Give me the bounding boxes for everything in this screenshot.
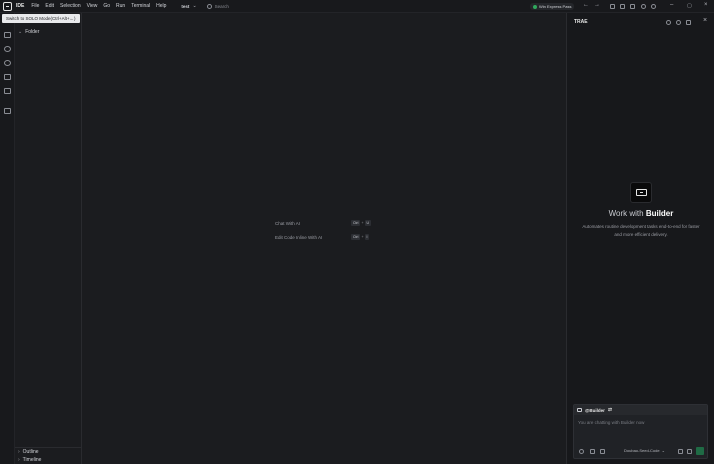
builder-logo-icon [630,182,652,203]
mention-icon[interactable] [579,449,584,454]
panel-title: TRAE [574,19,588,25]
preview-icon[interactable] [4,60,11,66]
menu-help[interactable]: Help [156,3,166,9]
hint-chat-with-ai: Chat With AI Ctrl + U [275,220,375,226]
divider [15,447,82,448]
explorer-sidebar: ⌄ Folder › Outline › Timeline [15,13,82,464]
chevron-down-icon: ⌄ [661,448,665,453]
builder-icon [577,408,582,412]
forward-arrow-icon[interactable]: → [594,2,600,8]
shortcut-keys: Ctrl + U [351,220,372,226]
toggle-panel-icon[interactable] [620,4,625,9]
settings-icon[interactable] [651,4,656,9]
menu-file[interactable]: File [31,3,39,9]
agent-label: @Builder [585,407,605,413]
heading-prefix: Work with [608,209,644,218]
minimize-icon[interactable]: – [670,2,673,8]
work-with-builder-heading: Work with Builder [567,209,714,218]
builder-description: Automates routine development tasks end-… [582,224,700,237]
hint-label: Chat With AI [275,220,301,226]
tooltip: Switch to SOLO Mode(Ctrl+Alt+←) [2,14,80,23]
search-files-icon[interactable] [4,32,11,38]
timeline-section[interactable]: › Timeline [18,457,41,463]
source-control-icon[interactable] [4,46,11,52]
hashtag-icon[interactable] [590,449,595,454]
key: Ctrl [351,234,361,240]
menu-terminal[interactable]: Terminal [131,3,150,9]
editor-area: Chat With AI Ctrl + U Edit Code Inline Wit… [82,13,566,464]
search-icon [206,3,212,9]
title-bar: IDE File Edit Selection View Go Run Term… [0,0,714,13]
activity-bar [0,13,15,464]
folder-label: Folder [25,29,40,35]
chevron-down-icon: ⌄ [192,3,197,9]
hint-edit-inline: Edit Code Inline With AI Ctrl + I [275,234,375,240]
timeline-label: Timeline [22,457,42,463]
key: I [364,234,370,240]
hint-label: Edit Code Inline With AI [275,234,323,240]
microphone-icon[interactable] [687,449,692,454]
extensions-icon[interactable] [4,74,11,80]
history-icon[interactable] [676,20,681,25]
menu-go[interactable]: Go [103,3,110,9]
toggle-secondary-sidebar-icon[interactable] [630,4,635,9]
agent-chip[interactable]: @Builder ⇄ [574,405,707,415]
chevron-right-icon: › [18,457,20,463]
badge-icon [533,4,537,9]
shortcut-keys: Ctrl + I [351,234,370,240]
expand-icon[interactable] [686,20,691,25]
model-selector[interactable]: Doubao-Seed-Code ⌄ [624,448,665,453]
menu-bar: File Edit Selection View Go Run Terminal… [31,3,166,9]
pro-badge-label: Win Express Pass [539,4,572,9]
menu-view[interactable]: View [87,3,98,9]
outline-section[interactable]: › Outline [18,449,39,455]
switch-agent-icon[interactable]: ⇄ [608,407,612,413]
solo-mode-icon[interactable] [641,4,646,9]
chevron-right-icon: › [18,449,20,455]
key: Ctrl [351,220,361,226]
chat-input[interactable] [578,420,702,425]
remote-icon[interactable] [4,88,11,94]
search-box[interactable]: Search [206,3,229,9]
project-selector[interactable]: test ⌄ [181,3,196,9]
close-panel-icon[interactable]: × [703,17,707,24]
ai-panel: TRAE × Work with Builder Automates routi… [566,13,714,464]
toggle-sidebar-icon[interactable] [610,4,615,9]
search-placeholder: Search [214,3,229,9]
folder-section[interactable]: ⌄ Folder [18,29,39,35]
heading-bold: Builder [645,209,674,218]
model-name: Doubao-Seed-Code [624,448,660,453]
apps-grid-icon[interactable] [4,108,11,114]
close-window-icon[interactable]: × [704,2,708,8]
chat-box: @Builder ⇄ Doubao-Seed-Code ⌄ [573,404,708,459]
menu-selection[interactable]: Selection [60,3,81,9]
outline-label: Outline [22,449,39,455]
image-icon[interactable] [600,449,605,454]
app-logo-icon [3,1,12,11]
pro-badge[interactable]: Win Express Pass [530,3,575,10]
app-name: IDE [16,3,25,9]
back-arrow-icon[interactable]: ← [583,2,589,8]
key: U [364,220,372,226]
attach-icon[interactable] [678,449,683,454]
send-button[interactable] [696,447,704,455]
menu-run[interactable]: Run [116,3,125,9]
menu-edit[interactable]: Edit [45,3,54,9]
new-chat-icon[interactable] [666,20,671,25]
chevron-down-icon: ⌄ [18,29,23,35]
project-name: test [181,3,190,9]
maximize-icon[interactable]: ▢ [687,3,692,9]
